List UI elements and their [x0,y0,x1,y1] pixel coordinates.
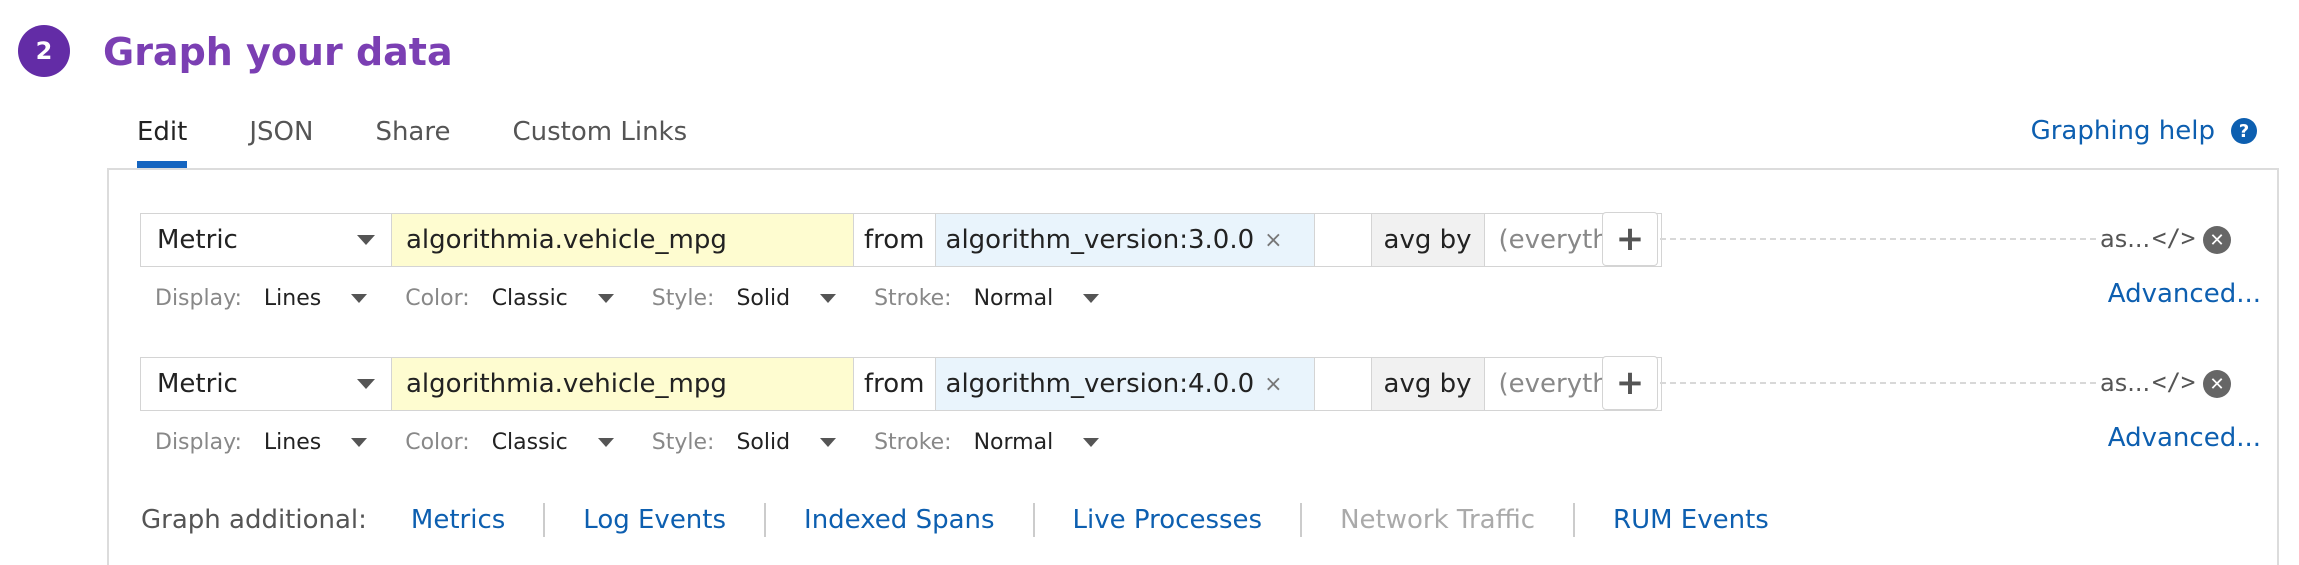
chevron-down-icon [357,379,375,389]
tab-share[interactable]: Share [375,112,450,168]
chevron-down-icon [597,293,614,303]
query-type-value: Metric [157,225,238,255]
advanced-link[interactable]: Advanced... [2108,279,2261,309]
style-value: Solid [736,429,791,455]
color-value: Classic [491,285,568,311]
color-value: Classic [491,429,568,455]
from-label: from [853,213,936,267]
graphing-help-label: Graphing help [2030,116,2215,146]
tab-json[interactable]: JSON [249,112,313,168]
chevron-down-icon [1083,293,1100,303]
tag-filter-chip[interactable]: algorithm_version:3.0.0 × [934,213,1315,267]
style-value: Solid [736,285,791,311]
chevron-down-icon [351,293,368,303]
tag-filter-chip[interactable]: algorithm_version:4.0.0 × [934,357,1315,411]
color-label: Color: [405,429,470,455]
query-row-1: Metric algorithmia.vehicle_mpg from algo… [140,213,1662,267]
divider [764,503,767,537]
query-type-value: Metric [157,369,238,399]
graphing-help-link[interactable]: Graphing help ? [2031,116,2257,146]
color-label: Color: [405,285,470,311]
alias-input[interactable]: as... [2100,369,2150,397]
tag-remove-icon[interactable]: × [1264,228,1282,253]
graph-additional-metrics[interactable]: Metrics [411,505,505,535]
graph-additional-rum-events[interactable]: RUM Events [1613,505,1769,535]
chevron-down-icon [820,437,837,447]
display-label: Display: [155,285,242,311]
avg-by-label: avg by [1370,357,1485,411]
code-icon[interactable]: </> [2152,224,2195,252]
remove-query-icon[interactable]: ✕ [2203,370,2231,398]
stroke-value: Normal [973,285,1054,311]
display-options-row-2: Display: Lines Color: Classic Style: Sol… [155,424,1137,460]
query-type-select[interactable]: Metric [140,357,392,411]
graph-additional-label: Graph additional: [141,505,367,535]
tag-filter-value: algorithm_version:3.0.0 [945,225,1255,255]
chevron-down-icon [351,437,368,447]
tag-filter-input[interactable] [1313,213,1372,267]
stroke-select[interactable]: Normal [974,286,1138,311]
display-select[interactable]: Lines [264,286,405,311]
style-select[interactable]: Solid [736,286,874,311]
editor-tabs: Edit JSON Share Custom Links [137,112,749,168]
remove-query-icon[interactable]: ✕ [2203,226,2231,254]
metric-name-input[interactable]: algorithmia.vehicle_mpg [391,357,854,411]
graph-additional-network-traffic: Network Traffic [1340,505,1536,535]
row-connector-line [1660,382,2096,384]
add-function-button[interactable]: + [1602,356,1658,410]
display-value: Lines [263,429,322,455]
chevron-down-icon [1083,437,1100,447]
alias-input[interactable]: as... [2100,225,2150,253]
display-value: Lines [263,285,322,311]
divider [1300,503,1303,537]
divider [543,503,546,537]
chevron-down-icon [597,437,614,447]
stroke-label: Stroke: [874,285,952,311]
chevron-down-icon [357,235,375,245]
display-select[interactable]: Lines [264,430,405,455]
query-type-select[interactable]: Metric [140,213,392,267]
display-label: Display: [155,429,242,455]
divider [1573,503,1576,537]
step-number-badge: 2 [18,25,70,77]
avg-by-label: avg by [1370,213,1485,267]
advanced-link[interactable]: Advanced... [2108,423,2261,453]
code-icon[interactable]: </> [2152,368,2195,396]
tab-custom-links[interactable]: Custom Links [512,112,687,168]
graph-additional-log-events[interactable]: Log Events [583,505,726,535]
chevron-down-icon [820,293,837,303]
tag-remove-icon[interactable]: × [1264,372,1282,397]
row-connector-line [1660,238,2096,240]
style-select[interactable]: Solid [736,430,874,455]
graph-additional-indexed-spans[interactable]: Indexed Spans [804,505,995,535]
tag-filter-value: algorithm_version:4.0.0 [945,369,1255,399]
from-label: from [853,357,936,411]
style-label: Style: [651,429,715,455]
stroke-select[interactable]: Normal [974,430,1138,455]
add-function-button[interactable]: + [1602,212,1658,266]
style-label: Style: [651,285,715,311]
stroke-value: Normal [973,429,1054,455]
graph-additional-live-processes[interactable]: Live Processes [1073,505,1263,535]
section-title: Graph your data [103,30,453,74]
query-row-2: Metric algorithmia.vehicle_mpg from algo… [140,357,1662,411]
divider [1032,503,1035,537]
color-select[interactable]: Classic [492,286,652,311]
metric-name-input[interactable]: algorithmia.vehicle_mpg [391,213,854,267]
graph-additional-bar: Graph additional: Metrics Log Events Ind… [141,500,1769,540]
tag-filter-input[interactable] [1313,357,1372,411]
tab-edit[interactable]: Edit [137,112,188,168]
color-select[interactable]: Classic [492,430,652,455]
help-question-icon: ? [2231,118,2257,144]
display-options-row-1: Display: Lines Color: Classic Style: Sol… [155,280,1137,316]
stroke-label: Stroke: [874,429,952,455]
